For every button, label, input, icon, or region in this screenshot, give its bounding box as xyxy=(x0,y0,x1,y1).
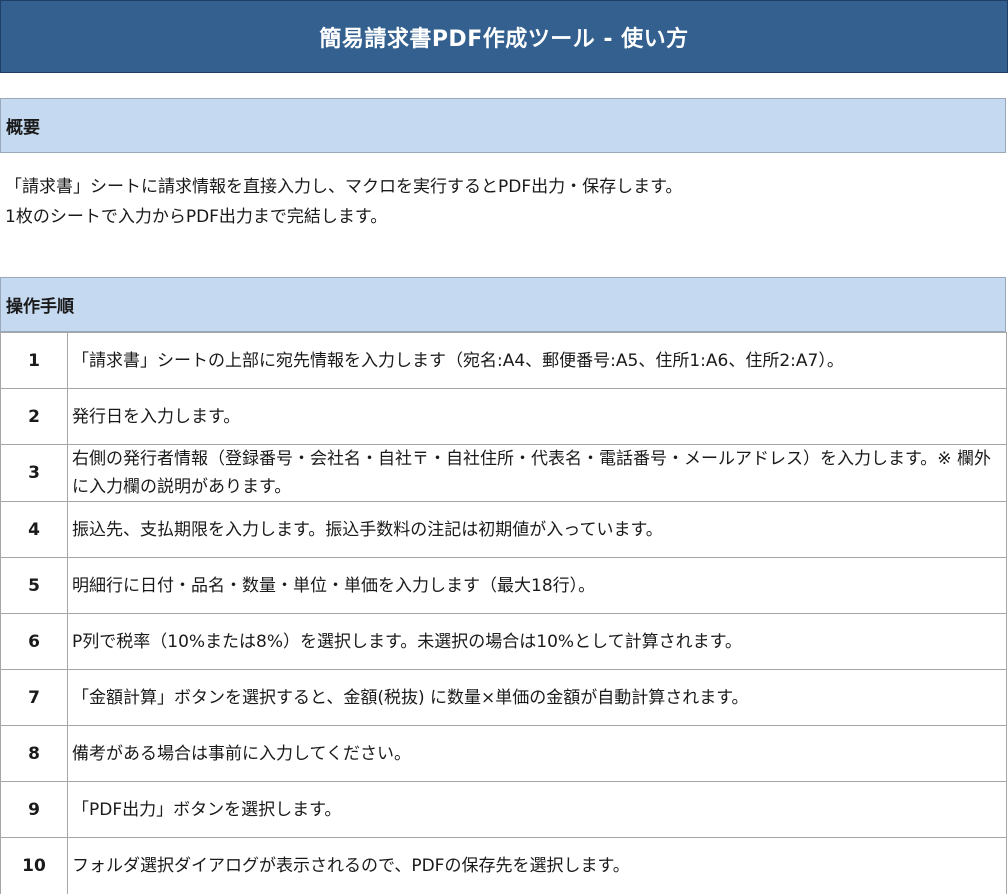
step-number: 5 xyxy=(0,557,68,614)
step-text: P列で税率（10%または8%）を選択します。未選択の場合は10%として計算されま… xyxy=(67,613,1007,670)
step-number: 7 xyxy=(0,669,68,726)
step-row: 6 P列で税率（10%または8%）を選択します。未選択の場合は10%として計算さ… xyxy=(0,613,1007,670)
step-text: フォルダ選択ダイアログが表示されるので、PDFの保存先を選択します。 xyxy=(67,837,1007,894)
step-text: 振込先、支払期限を入力します。振込手数料の注記は初期値が入っています。 xyxy=(67,501,1007,558)
step-row: 7 「金額計算」ボタンを選択すると、金額(税抜) に数量×単価の金額が自動計算さ… xyxy=(0,669,1007,726)
step-text: 「請求書」シートの上部に宛先情報を入力します（宛名:A4、郵便番号:A5、住所1… xyxy=(67,332,1007,389)
step-number: 2 xyxy=(0,388,68,445)
step-number: 6 xyxy=(0,613,68,670)
overview-text: 「請求書」シートに請求情報を直接入力し、マクロを実行するとPDF出力・保存します… xyxy=(5,172,682,232)
step-text: 「PDF出力」ボタンを選択します。 xyxy=(67,781,1007,838)
step-row: 2 発行日を入力します。 xyxy=(0,388,1007,445)
page-title: 簡易請求書PDF作成ツール - 使い方 xyxy=(0,0,1008,73)
step-row: 4 振込先、支払期限を入力します。振込手数料の注記は初期値が入っています。 xyxy=(0,501,1007,558)
step-row: 10 フォルダ選択ダイアログが表示されるので、PDFの保存先を選択します。 xyxy=(0,837,1007,894)
step-text: 右側の発行者情報（登録番号・会社名・自社〒・自社住所・代表名・電話番号・メールア… xyxy=(67,444,1007,502)
steps-table: 1 「請求書」シートの上部に宛先情報を入力します（宛名:A4、郵便番号:A5、住… xyxy=(0,332,1007,894)
step-text: 発行日を入力します。 xyxy=(67,388,1007,445)
step-row: 8 備考がある場合は事前に入力してください。 xyxy=(0,725,1007,782)
step-text: 明細行に日付・品名・数量・単位・単価を入力します（最大18行）。 xyxy=(67,557,1007,614)
step-number: 9 xyxy=(0,781,68,838)
step-row: 5 明細行に日付・品名・数量・単位・単価を入力します（最大18行）。 xyxy=(0,557,1007,614)
step-text: 備考がある場合は事前に入力してください。 xyxy=(67,725,1007,782)
overview-line-2: 1枚のシートで入力からPDF出力まで完結します。 xyxy=(5,207,388,227)
overview-line-1: 「請求書」シートに請求情報を直接入力し、マクロを実行するとPDF出力・保存します… xyxy=(5,177,683,197)
step-row: 1 「請求書」シートの上部に宛先情報を入力します（宛名:A4、郵便番号:A5、住… xyxy=(0,332,1007,389)
step-number: 4 xyxy=(0,501,68,558)
step-number: 10 xyxy=(0,837,68,894)
step-number: 1 xyxy=(0,332,68,389)
step-text: 「金額計算」ボタンを選択すると、金額(税抜) に数量×単価の金額が自動計算されま… xyxy=(67,669,1007,726)
step-row: 9 「PDF出力」ボタンを選択します。 xyxy=(0,781,1007,838)
overview-section-header: 概要 xyxy=(0,98,1006,153)
step-number: 8 xyxy=(0,725,68,782)
step-number: 3 xyxy=(0,444,68,502)
steps-section-header: 操作手順 xyxy=(0,277,1006,332)
step-row: 3 右側の発行者情報（登録番号・会社名・自社〒・自社住所・代表名・電話番号・メー… xyxy=(0,444,1007,502)
